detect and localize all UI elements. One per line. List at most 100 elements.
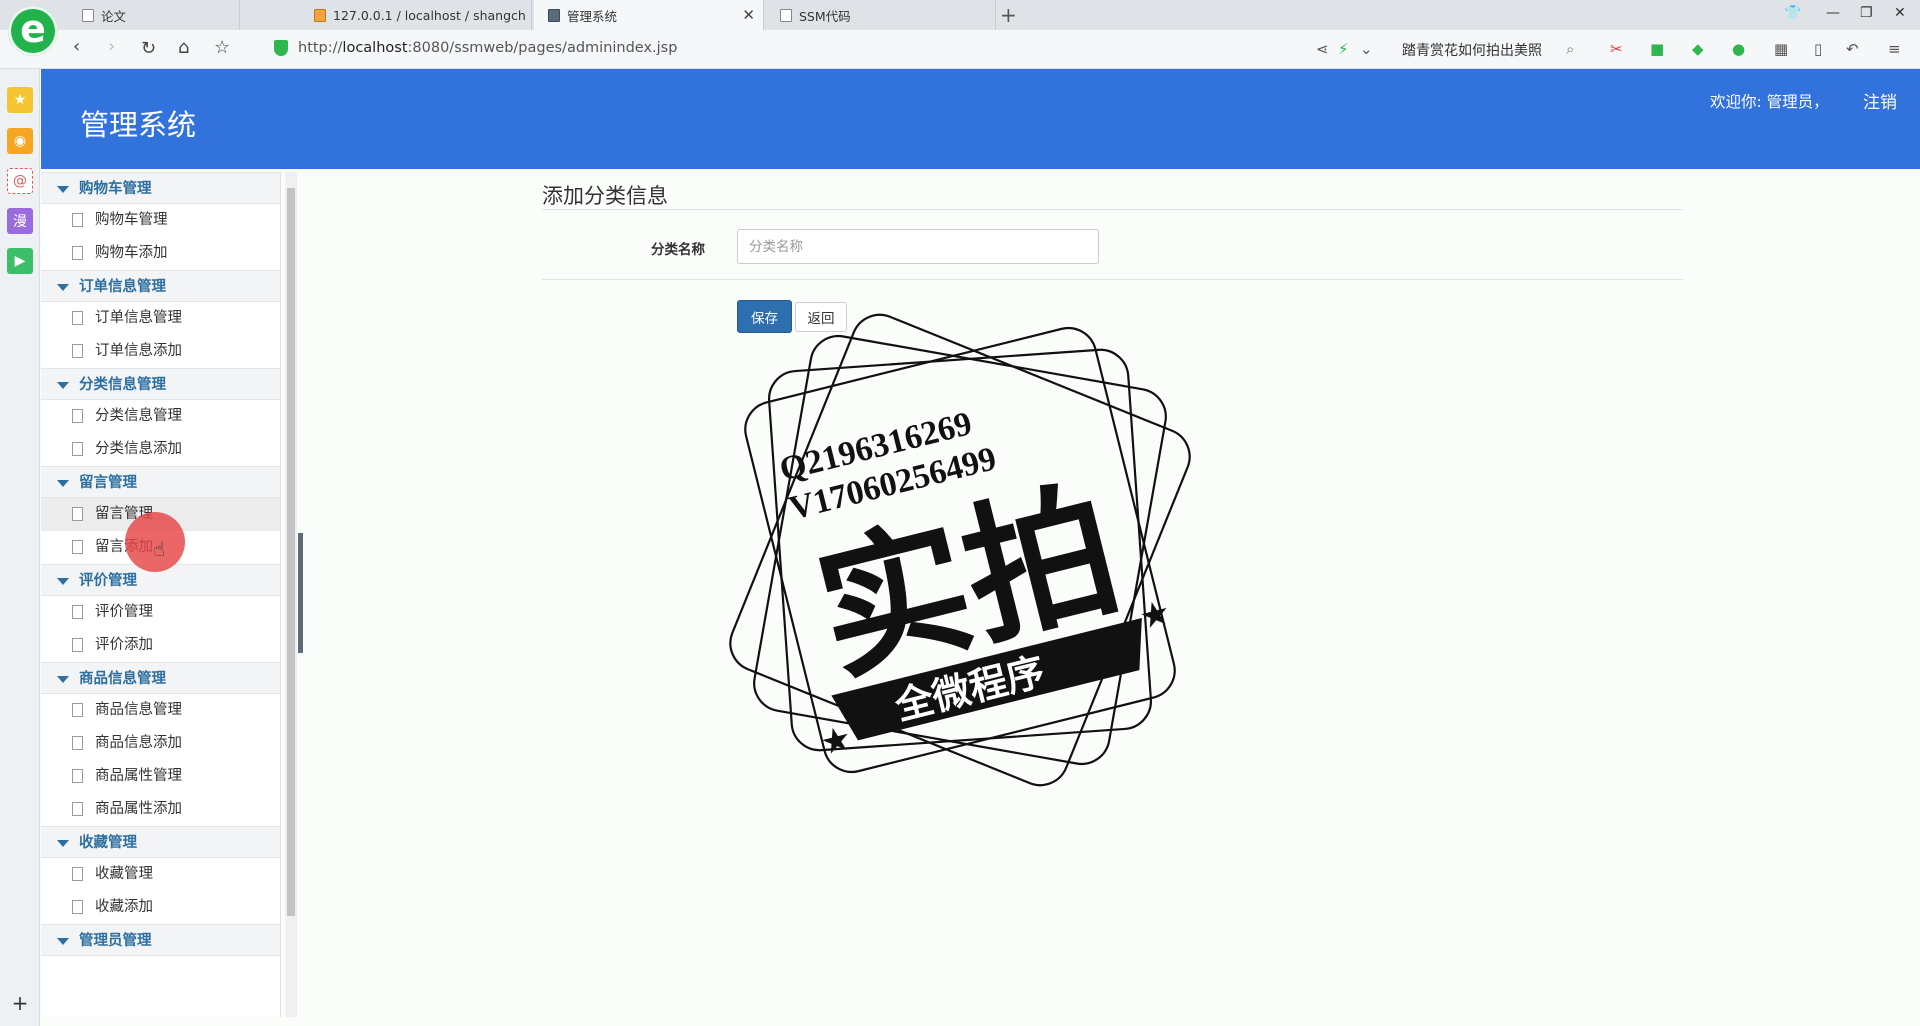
menu-group-cart[interactable]: 购物车管理 <box>41 172 280 204</box>
device-icon[interactable]: ▯ <box>1814 40 1822 58</box>
page-icon <box>780 8 792 22</box>
caret-down-icon <box>57 840 69 847</box>
share-icon[interactable]: ⋖ <box>1316 40 1329 58</box>
document-icon <box>72 736 83 750</box>
divider <box>542 209 1683 210</box>
undo-icon[interactable]: ↶ <box>1846 40 1859 58</box>
document-icon <box>72 769 83 783</box>
menu-item[interactable]: 购物车管理 <box>41 204 280 237</box>
document-icon <box>72 409 83 423</box>
add-sidebar-icon[interactable]: + <box>7 990 33 1016</box>
close-tab-icon[interactable]: ✕ <box>742 6 755 24</box>
security-shield-icon <box>274 40 288 56</box>
caret-down-icon <box>57 578 69 585</box>
menu-item[interactable]: 购物车添加 <box>41 237 280 270</box>
menu-item[interactable]: 商品属性管理 <box>41 760 280 793</box>
comic-icon[interactable]: 漫 <box>7 208 33 234</box>
panel-splitter-handle[interactable] <box>298 533 303 653</box>
video-icon[interactable]: ▶ <box>7 248 33 274</box>
menu-item[interactable]: 收藏管理 <box>41 858 280 891</box>
star-icon: ★ <box>819 722 853 761</box>
game-icon[interactable]: ● <box>1732 40 1745 58</box>
menu-icon[interactable]: ≡ <box>1888 40 1901 58</box>
menu-group-product[interactable]: 商品信息管理 <box>41 662 280 694</box>
page-title: 添加分类信息 <box>542 184 668 208</box>
mail-icon[interactable]: @ <box>7 168 33 194</box>
tab-1[interactable]: 127.0.0.1 / localhost / shangch <box>300 0 532 30</box>
document-icon <box>72 344 83 358</box>
search-icon[interactable]: ⌕ <box>1566 40 1574 58</box>
menu-item[interactable]: 收藏添加 <box>41 891 280 924</box>
menu-group-message[interactable]: 留言管理 <box>41 466 280 498</box>
menu-group-admin[interactable]: 管理员管理 <box>41 924 280 956</box>
document-icon <box>72 311 83 325</box>
app-icon <box>548 8 560 22</box>
address-bar[interactable]: http://localhost:8080/ssmweb/pages/admin… <box>298 40 677 56</box>
app-header <box>41 69 1920 169</box>
welcome-text: 欢迎你: 管理员， <box>1710 93 1829 111</box>
tab-3[interactable]: SSM代码 <box>766 0 996 30</box>
back-icon[interactable]: ‹ <box>73 37 80 57</box>
caret-down-icon <box>57 676 69 683</box>
reload-icon[interactable]: ↻ <box>141 39 156 59</box>
phpmyadmin-icon <box>314 8 326 22</box>
search-box[interactable]: 踏青赏花如何拍出美照 <box>1402 40 1542 60</box>
new-tab-icon[interactable]: + <box>1000 3 1017 27</box>
menu-item[interactable]: 分类信息添加 <box>41 433 280 466</box>
scissors-icon[interactable]: ✂ <box>1610 40 1623 58</box>
menu-group-category[interactable]: 分类信息管理 <box>41 368 280 400</box>
favorite-star-icon[interactable]: ☆ <box>214 38 230 58</box>
skin-icon[interactable]: 👕 <box>1784 5 1801 21</box>
document-icon <box>72 246 83 260</box>
app-title: 管理系统 <box>80 108 197 142</box>
minimize-icon[interactable]: — <box>1826 5 1840 21</box>
document-icon <box>72 867 83 881</box>
lightning-icon[interactable]: ⚡ <box>1338 40 1349 58</box>
star-icon: ★ <box>1138 596 1172 635</box>
category-name-input[interactable] <box>737 229 1099 264</box>
category-name-label: 分类名称 <box>651 242 705 258</box>
document-icon <box>72 605 83 619</box>
tab-0[interactable]: 论文 <box>68 0 240 30</box>
caret-down-icon <box>57 382 69 389</box>
menu-item[interactable]: 评价管理 <box>41 596 280 629</box>
logout-link[interactable]: 注销 <box>1863 88 1897 113</box>
caret-down-icon <box>57 284 69 291</box>
menu-scrollbar-thumb[interactable] <box>287 188 295 916</box>
document-icon <box>72 703 83 717</box>
menu-group-favorite[interactable]: 收藏管理 <box>41 826 280 858</box>
document-icon <box>72 638 83 652</box>
menu-group-order[interactable]: 订单信息管理 <box>41 270 280 302</box>
menu-item[interactable]: 商品信息管理 <box>41 694 280 727</box>
menu-item[interactable]: 订单信息管理 <box>41 302 280 335</box>
caret-down-icon <box>57 938 69 945</box>
browser-logo-icon: e <box>8 6 58 56</box>
tab-2-active[interactable]: 管理系统 ✕ <box>534 0 764 30</box>
dropdown-icon[interactable]: ⌄ <box>1360 40 1373 58</box>
menu-item[interactable]: 分类信息管理 <box>41 400 280 433</box>
favorites-icon[interactable]: ★ <box>7 87 33 113</box>
menu-item[interactable]: 商品信息添加 <box>41 727 280 760</box>
document-icon <box>72 802 83 816</box>
menu-item[interactable]: 商品属性添加 <box>41 793 280 826</box>
menu-item[interactable]: 评价添加 <box>41 629 280 662</box>
document-icon <box>72 507 83 521</box>
shield-tool-icon[interactable]: ◆ <box>1692 40 1704 58</box>
close-window-icon[interactable]: ✕ <box>1894 5 1906 21</box>
caret-down-icon <box>57 186 69 193</box>
menu-item[interactable]: 订单信息添加 <box>41 335 280 368</box>
caret-down-icon <box>57 480 69 487</box>
document-icon <box>72 442 83 456</box>
browser-navbar <box>0 30 1920 69</box>
sidebar-menu: 购物车管理 购物车管理 购物车添加 订单信息管理 订单信息管理 订单信息添加 分… <box>41 172 281 1017</box>
forward-icon[interactable]: › <box>108 37 115 57</box>
document-icon <box>72 213 83 227</box>
home-icon[interactable]: ⌂ <box>178 38 189 58</box>
translate-icon[interactable]: ■ <box>1650 40 1664 58</box>
maximize-icon[interactable]: ❐ <box>1860 5 1873 21</box>
document-icon <box>72 900 83 914</box>
watermark-stamp: Q2196316269 V17060256499 实拍 全微程序 ★ ★ <box>729 313 1191 787</box>
hand-cursor-icon: ☝ <box>153 537 166 561</box>
apps-icon[interactable]: ▦ <box>1774 40 1788 58</box>
weibo-icon[interactable]: ◉ <box>7 128 33 154</box>
